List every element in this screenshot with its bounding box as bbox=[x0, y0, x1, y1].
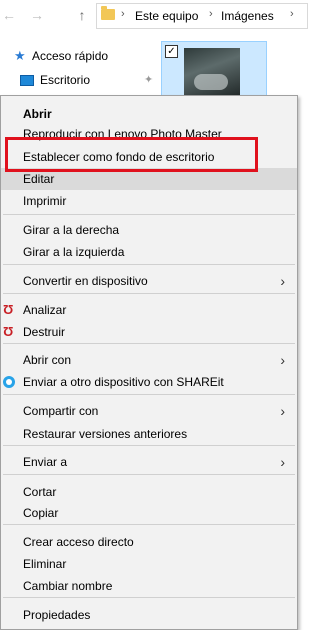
menu-item-convertir-en-dispositivo[interactable]: Convertir en dispositivo › bbox=[1, 270, 297, 292]
menu-separator bbox=[3, 264, 295, 265]
menu-separator bbox=[3, 214, 295, 215]
menu-item-enviar-a[interactable]: Enviar a › bbox=[1, 451, 297, 473]
address-bar: ← → ↑ › Este equipo › Imágenes › bbox=[0, 0, 308, 32]
chevron-right-icon: › bbox=[280, 273, 285, 289]
menu-item-label: Enviar a otro dispositivo con SHAREit bbox=[23, 375, 224, 389]
menu-separator bbox=[3, 524, 295, 525]
menu-item-label: Eliminar bbox=[23, 557, 67, 571]
menu-separator bbox=[3, 597, 295, 598]
breadcrumb-pictures[interactable]: Imágenes bbox=[221, 9, 274, 23]
menu-item-abrir-con[interactable]: Abrir con › bbox=[1, 349, 297, 371]
menu-item-propiedades[interactable]: Propiedades bbox=[1, 604, 297, 626]
sidebar-item-label: Escritorio bbox=[40, 73, 91, 87]
sidebar-item-desktop[interactable]: Escritorio ✦ bbox=[14, 70, 159, 90]
chevron-right-icon: › bbox=[280, 403, 285, 419]
menu-item-crear-acceso-directo[interactable]: Crear acceso directo bbox=[1, 531, 297, 553]
menu-separator bbox=[3, 445, 295, 446]
menu-item-cambiar-nombre[interactable]: Cambiar nombre bbox=[1, 575, 297, 597]
shield-icon: Ʊ bbox=[3, 324, 14, 339]
shield-icon: Ʊ bbox=[3, 302, 14, 317]
forward-arrow-icon[interactable]: → bbox=[30, 8, 44, 22]
menu-separator bbox=[3, 474, 295, 475]
menu-item-label: Establecer como fondo de escritorio bbox=[23, 150, 215, 164]
desktop-icon bbox=[20, 75, 34, 87]
menu-item-label: Girar a la izquierda bbox=[23, 245, 125, 259]
menu-item-compartir-con[interactable]: Compartir con › bbox=[1, 400, 297, 422]
chevron-right-icon: › bbox=[280, 352, 285, 368]
menu-item-label: Editar bbox=[23, 172, 55, 186]
menu-item-label: Imprimir bbox=[23, 194, 67, 208]
menu-item-label: Crear acceso directo bbox=[23, 535, 134, 549]
menu-item-label: Girar a la derecha bbox=[23, 223, 120, 237]
menu-item-label: Propiedades bbox=[23, 608, 91, 622]
menu-separator bbox=[3, 293, 295, 294]
star-icon: ★ bbox=[14, 48, 26, 63]
menu-item-enviar-a-otro-dispositivo-con-shareit[interactable]: Enviar a otro dispositivo con SHAREit bbox=[1, 371, 297, 393]
menu-item-destruir[interactable]: Ʊ Destruir bbox=[1, 321, 297, 343]
up-arrow-icon[interactable]: ↑ bbox=[75, 8, 89, 22]
menu-item-label: Destruir bbox=[23, 325, 66, 339]
menu-item-eliminar[interactable]: Eliminar bbox=[1, 553, 297, 575]
back-arrow-icon[interactable]: ← bbox=[2, 8, 16, 22]
breadcrumb-separator[interactable]: › bbox=[209, 8, 213, 20]
menu-item-girar-a-la-derecha[interactable]: Girar a la derecha bbox=[1, 219, 297, 241]
menu-item-label: Abrir bbox=[23, 107, 52, 121]
menu-item-label: Copiar bbox=[23, 506, 59, 520]
menu-item-restaurar-versiones-anteriores[interactable]: Restaurar versiones anteriores bbox=[1, 423, 297, 445]
menu-item-label: Convertir en dispositivo bbox=[23, 274, 148, 288]
breadcrumb[interactable]: › Este equipo › Imágenes › bbox=[96, 3, 308, 29]
image-thumbnail bbox=[184, 48, 240, 98]
selected-image-file[interactable]: ✓ bbox=[161, 41, 267, 101]
menu-item-label: Restaurar versiones anteriores bbox=[23, 427, 188, 441]
menu-item-label: Abrir con bbox=[23, 353, 72, 367]
menu-item-imprimir[interactable]: Imprimir bbox=[1, 190, 297, 212]
folder-icon bbox=[101, 6, 115, 20]
menu-item-label: Enviar a bbox=[23, 455, 68, 469]
breadcrumb-separator[interactable]: › bbox=[290, 8, 294, 20]
menu-item-label: Compartir con bbox=[23, 404, 99, 418]
menu-item-abrir[interactable]: Abrir bbox=[1, 103, 297, 125]
menu-item-analizar[interactable]: Ʊ Analizar bbox=[1, 299, 297, 321]
menu-item-reproducir-con-lenovo-photo-master[interactable]: Reproducir con Lenovo Photo Master bbox=[1, 123, 297, 145]
menu-item-copiar[interactable]: Copiar bbox=[1, 502, 297, 524]
menu-item-label: Cambiar nombre bbox=[23, 579, 113, 593]
menu-item-editar[interactable]: Editar bbox=[1, 168, 297, 190]
checkbox-icon[interactable]: ✓ bbox=[165, 45, 178, 58]
sidebar-item-label: Acceso rápido bbox=[32, 49, 109, 63]
menu-separator bbox=[3, 343, 295, 344]
context-menu: Abrir Reproducir con Lenovo Photo Master E… bbox=[0, 95, 298, 630]
menu-item-cortar[interactable]: Cortar bbox=[1, 481, 297, 503]
pin-icon: ✦ bbox=[144, 74, 154, 86]
chevron-right-icon: › bbox=[280, 454, 285, 470]
menu-item-establecer-como-fondo-de-escritorio[interactable]: Establecer como fondo de escritorio bbox=[1, 146, 297, 168]
breadcrumb-separator[interactable]: › bbox=[121, 8, 125, 20]
menu-item-girar-a-la-izquierda[interactable]: Girar a la izquierda bbox=[1, 241, 297, 263]
breadcrumb-this-pc[interactable]: Este equipo bbox=[135, 9, 198, 23]
menu-separator bbox=[3, 394, 295, 395]
menu-item-label: Cortar bbox=[23, 485, 57, 499]
menu-item-label: Reproducir con Lenovo Photo Master bbox=[23, 127, 222, 141]
sidebar-item-quick-access[interactable]: ★ Acceso rápido bbox=[14, 46, 108, 66]
shareit-icon bbox=[3, 376, 15, 388]
menu-item-label: Analizar bbox=[23, 303, 67, 317]
